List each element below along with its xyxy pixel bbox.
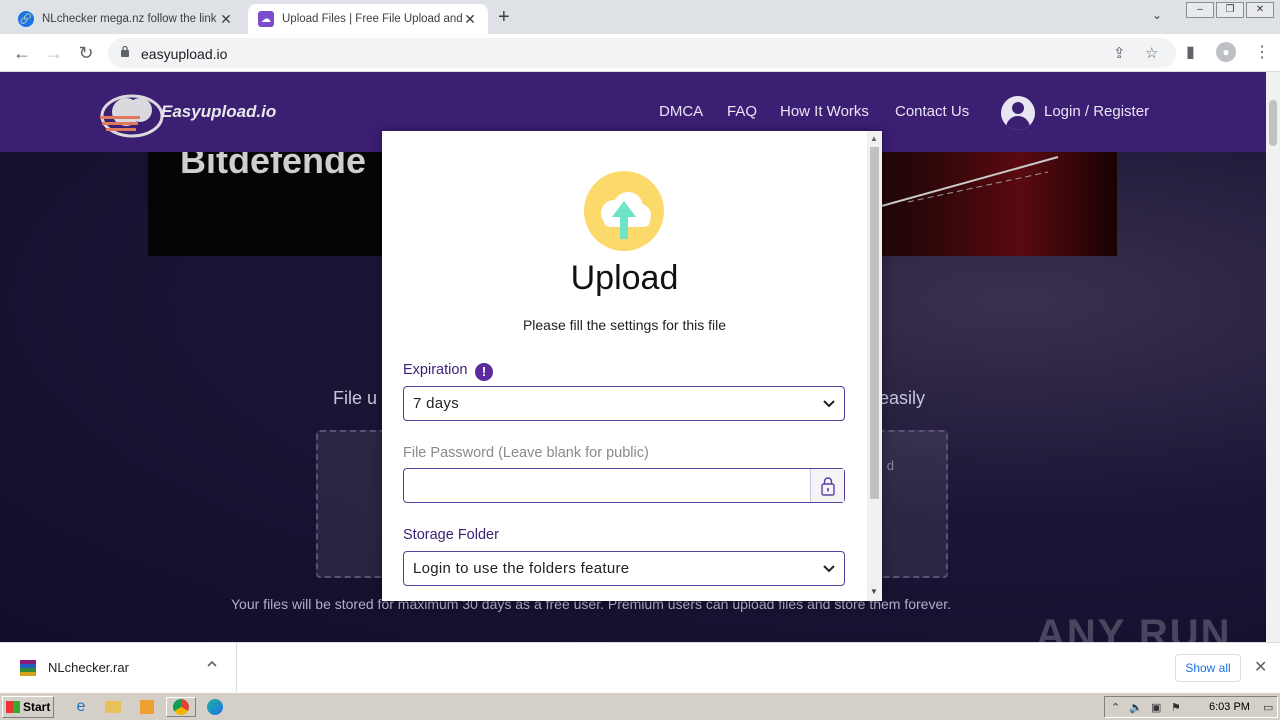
padlock-icon: [820, 476, 835, 496]
tab-search-chevron-icon[interactable]: ⌄: [1152, 8, 1162, 22]
expiration-select[interactable]: 7 days: [403, 386, 845, 421]
download-item[interactable]: NLchecker.rar: [0, 643, 237, 693]
scroll-down-arrow-icon[interactable]: ▼: [870, 587, 878, 596]
profile-icon[interactable]: ●: [1216, 42, 1236, 62]
reload-icon[interactable]: ↻: [74, 41, 98, 65]
bookmark-star-icon[interactable]: ☆: [1145, 44, 1158, 62]
volume-icon[interactable]: 🔈: [1129, 701, 1143, 714]
minimize-icon[interactable]: –: [1186, 2, 1214, 18]
storage-folder-select[interactable]: Login to use the folders feature: [403, 551, 845, 586]
address-bar[interactable]: easyupload.io ⇪ ☆: [108, 38, 1176, 68]
password-label: File Password (Leave blank for public): [403, 445, 649, 461]
kebab-menu-icon[interactable]: ⋮: [1254, 42, 1270, 62]
tray-expand-icon[interactable]: ⌃: [1111, 701, 1120, 714]
lock-icon: [121, 45, 129, 57]
window-controls: – ❐ ✕: [1184, 2, 1274, 18]
page-scroll-thumb[interactable]: [1269, 100, 1277, 146]
share-icon[interactable]: ⇪: [1113, 44, 1126, 62]
chevron-down-icon: [823, 565, 835, 573]
winrar-archive-icon: [20, 660, 36, 676]
info-exclamation-icon[interactable]: !: [475, 363, 493, 381]
close-icon[interactable]: ✕: [218, 11, 234, 28]
show-all-button[interactable]: Show all: [1175, 654, 1241, 682]
expiration-label: Expiration: [403, 362, 468, 378]
modal-title: Upload: [570, 259, 679, 297]
chevron-down-icon: [823, 400, 835, 408]
modal-scrollbar[interactable]: ▲ ▼: [867, 131, 882, 601]
show-desktop-icon[interactable]: ▭: [1263, 701, 1273, 714]
link-icon: 🔗: [18, 11, 34, 27]
windows-taskbar: Start e ⌃ 🔈 ▣ ⚑ 6:03 PM ▭: [0, 692, 1280, 720]
forward-arrow-icon[interactable]: →: [42, 41, 66, 65]
back-arrow-icon[interactable]: ←: [10, 41, 34, 65]
scroll-up-arrow-icon[interactable]: ▲: [870, 134, 878, 143]
restore-icon[interactable]: ❐: [1216, 2, 1244, 18]
system-tray: ⌃ 🔈 ▣ ⚑ 6:03 PM ▭: [1104, 696, 1278, 718]
close-icon[interactable]: ✕: [462, 11, 478, 28]
logo-text[interactable]: Easyupload.io: [161, 102, 276, 122]
url-text: easyupload.io: [141, 46, 228, 62]
password-input[interactable]: [404, 469, 810, 502]
hero-text-tail: easily: [879, 388, 926, 408]
side-panel-icon[interactable]: ▮: [1186, 42, 1195, 62]
start-button[interactable]: Start: [2, 696, 54, 718]
expiration-value: 7 days: [413, 395, 459, 412]
banner-graphic: [877, 156, 1059, 208]
internet-explorer-icon[interactable]: e: [70, 697, 92, 717]
modal-subtitle: Please fill the settings for this file: [522, 317, 727, 333]
download-filename: NLchecker.rar: [48, 660, 129, 675]
start-label: Start: [23, 700, 51, 714]
nav-login-register[interactable]: Login / Register: [1044, 103, 1149, 120]
new-tab-button[interactable]: +: [498, 6, 510, 29]
tab-nlchecker[interactable]: 🔗 NLchecker mega.nz follow the link — ✕: [8, 4, 244, 34]
network-icon[interactable]: ▣: [1151, 701, 1161, 714]
close-icon[interactable]: ✕: [1254, 657, 1267, 677]
tab-title: NLchecker mega.nz follow the link —: [42, 13, 218, 25]
edge-icon[interactable]: [204, 697, 226, 717]
padlock-button[interactable]: [810, 469, 844, 502]
nav-dmca[interactable]: DMCA: [659, 103, 703, 120]
clock[interactable]: 6:03 PM: [1209, 701, 1250, 713]
easyupload-favicon-icon: ☁: [258, 11, 274, 27]
upload-settings-modal: Upload Please fill the settings for this…: [382, 131, 882, 601]
action-center-flag-icon[interactable]: ⚑: [1171, 701, 1181, 714]
chrome-taskbar-icon[interactable]: [166, 697, 196, 717]
close-window-icon[interactable]: ✕: [1246, 2, 1274, 18]
tab-strip: 🔗 NLchecker mega.nz follow the link — ✕ …: [0, 0, 1280, 34]
nav-faq[interactable]: FAQ: [727, 103, 757, 120]
nav-how-it-works[interactable]: How It Works: [780, 103, 869, 120]
dropzone-hint: d: [886, 458, 894, 473]
modal-scroll-thumb[interactable]: [870, 147, 879, 499]
downloads-bar: NLchecker.rar Show all ✕: [0, 642, 1280, 693]
hero-text: File u: [333, 388, 378, 408]
user-avatar-icon[interactable]: [1001, 96, 1035, 130]
anyrun-watermark: ANY RUN: [1036, 612, 1232, 642]
file-explorer-icon[interactable]: [102, 697, 124, 717]
cloud-upload-icon: [584, 171, 664, 251]
windows-flag-icon: [6, 701, 20, 713]
tab-title: Upload Files | Free File Upload and T: [282, 13, 462, 25]
banner-text: Bitdefende: [180, 152, 367, 181]
storage-folder-label: Storage Folder: [403, 527, 499, 543]
page-scrollbar[interactable]: [1266, 72, 1280, 642]
media-player-icon[interactable]: [136, 697, 158, 717]
password-field[interactable]: [403, 468, 845, 503]
storage-folder-value: Login to use the folders feature: [413, 560, 630, 577]
chevron-up-icon[interactable]: [206, 658, 218, 670]
tab-upload-files[interactable]: ☁ Upload Files | Free File Upload and T …: [248, 4, 488, 34]
browser-toolbar: ← → ↻ easyupload.io ⇪ ☆ ▮ ● ⋮: [0, 34, 1280, 72]
nav-contact-us[interactable]: Contact Us: [895, 103, 969, 120]
